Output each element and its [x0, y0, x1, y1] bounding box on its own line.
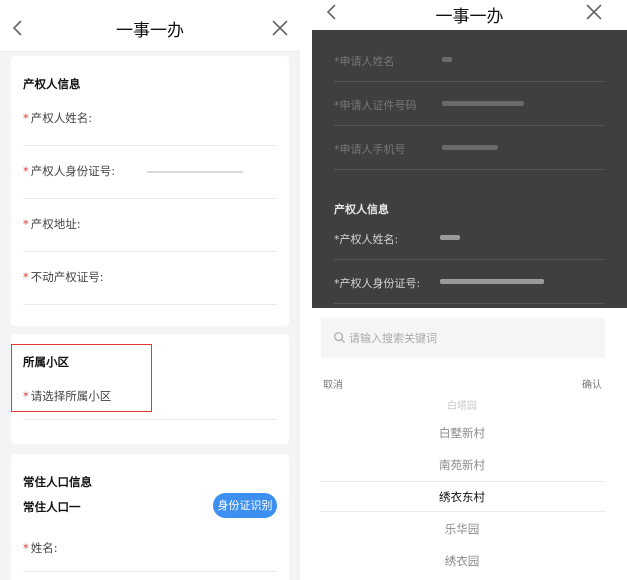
overlay-section-title: 产权人信息 [334, 203, 389, 216]
id-card-scan-button[interactable]: 身份证识别 [213, 493, 277, 518]
search-bar[interactable] [321, 318, 605, 358]
resident-subtitle: 常住人口一 [23, 500, 81, 514]
redacted-id-value [147, 171, 243, 173]
resident-name-field[interactable]: * 姓名: [23, 520, 277, 572]
applicant-id-row: *申请人证件号码 [334, 82, 605, 126]
picker-option[interactable]: 白塔园 [312, 397, 612, 412]
redacted-value [442, 57, 452, 62]
required-mark: * [23, 270, 29, 284]
modal-overlay[interactable]: *申请人姓名 *申请人证件号码 *申请人手机号 产权人信息 *产权人姓名: *产… [312, 30, 627, 308]
owner-id-row: *产权人身份证号: [334, 260, 605, 304]
close-icon[interactable] [584, 2, 604, 22]
owner-name-label: 产权人姓名: [339, 233, 399, 246]
owner-name-label: 产权人姓名: [30, 111, 93, 125]
picker-option[interactable]: 南苑新村 [312, 457, 612, 473]
owner-name-field[interactable]: * 产权人姓名: [23, 94, 277, 146]
applicant-phone-row: *申请人手机号 [334, 126, 605, 170]
required-mark: * [23, 111, 29, 125]
page-title: 一事一办 [116, 21, 184, 41]
selection-line-top [320, 481, 606, 482]
highlight-annotation-box [11, 344, 152, 412]
form-screen: 一事一办 产权人信息 * 产权人姓名: * 产权人身份证号: * 产权地址: * 不动产… [0, 0, 300, 580]
redacted-value [440, 235, 460, 240]
property-owner-section-title: 产权人信息 [23, 77, 81, 91]
search-input[interactable] [349, 326, 589, 350]
picker-option[interactable]: 白墅新村 [312, 425, 612, 441]
required-mark: * [23, 164, 29, 178]
page-title: 一事一办 [435, 7, 504, 27]
nav-bar: 一事一办 [312, 0, 627, 30]
redacted-value [440, 279, 544, 284]
cancel-button[interactable]: 取消 [323, 376, 343, 391]
applicant-phone-label: 申请人手机号 [339, 143, 406, 156]
search-icon [334, 332, 346, 344]
required-mark: * [23, 217, 29, 231]
applicant-name-row: *申请人姓名 [334, 38, 605, 82]
property-cert-label: 不动产权证号: [30, 270, 104, 284]
applicant-id-label: 申请人证件号码 [339, 99, 417, 112]
nav-bar: 一事一办 [0, 0, 300, 52]
picker-option[interactable]: 乐华园 [312, 521, 612, 537]
owner-id-field[interactable]: * 产权人身份证号: [23, 147, 277, 199]
picker-option[interactable]: 绣衣园 [312, 553, 612, 569]
property-address-field[interactable]: * 产权地址: [23, 200, 277, 252]
picker-screen: 一事一办 *申请人姓名 *申请人证件号码 *申请人手机号 产权人信息 *产权人姓… [312, 0, 627, 580]
owner-id-label: 产权人身份证号: [339, 277, 421, 290]
property-owner-card: 产权人信息 * 产权人姓名: * 产权人身份证号: * 产权地址: * 不动产权证号: [11, 56, 289, 326]
owner-name-row: *产权人姓名: [334, 216, 605, 260]
owner-id-label: 产权人身份证号: [30, 164, 116, 178]
property-cert-field[interactable]: * 不动产权证号: [23, 253, 277, 305]
property-address-label: 产权地址: [30, 217, 81, 231]
close-icon[interactable] [270, 18, 290, 38]
redacted-value [442, 145, 498, 150]
community-picker-sheet: 取消 确认 白塔园 白墅新村 南苑新村 绣衣东村 乐华园 绣衣园 [312, 308, 627, 580]
resident-name-label: 姓名: [30, 541, 58, 555]
confirm-button[interactable]: 确认 [582, 376, 602, 391]
resident-section-title: 常住人口信息 [23, 475, 92, 489]
selection-line-bottom [320, 511, 606, 512]
redacted-value [442, 101, 524, 106]
applicant-name-label: 申请人姓名 [339, 55, 395, 68]
picker-option-selected[interactable]: 绣衣东村 [312, 489, 612, 505]
required-mark: * [23, 541, 29, 555]
